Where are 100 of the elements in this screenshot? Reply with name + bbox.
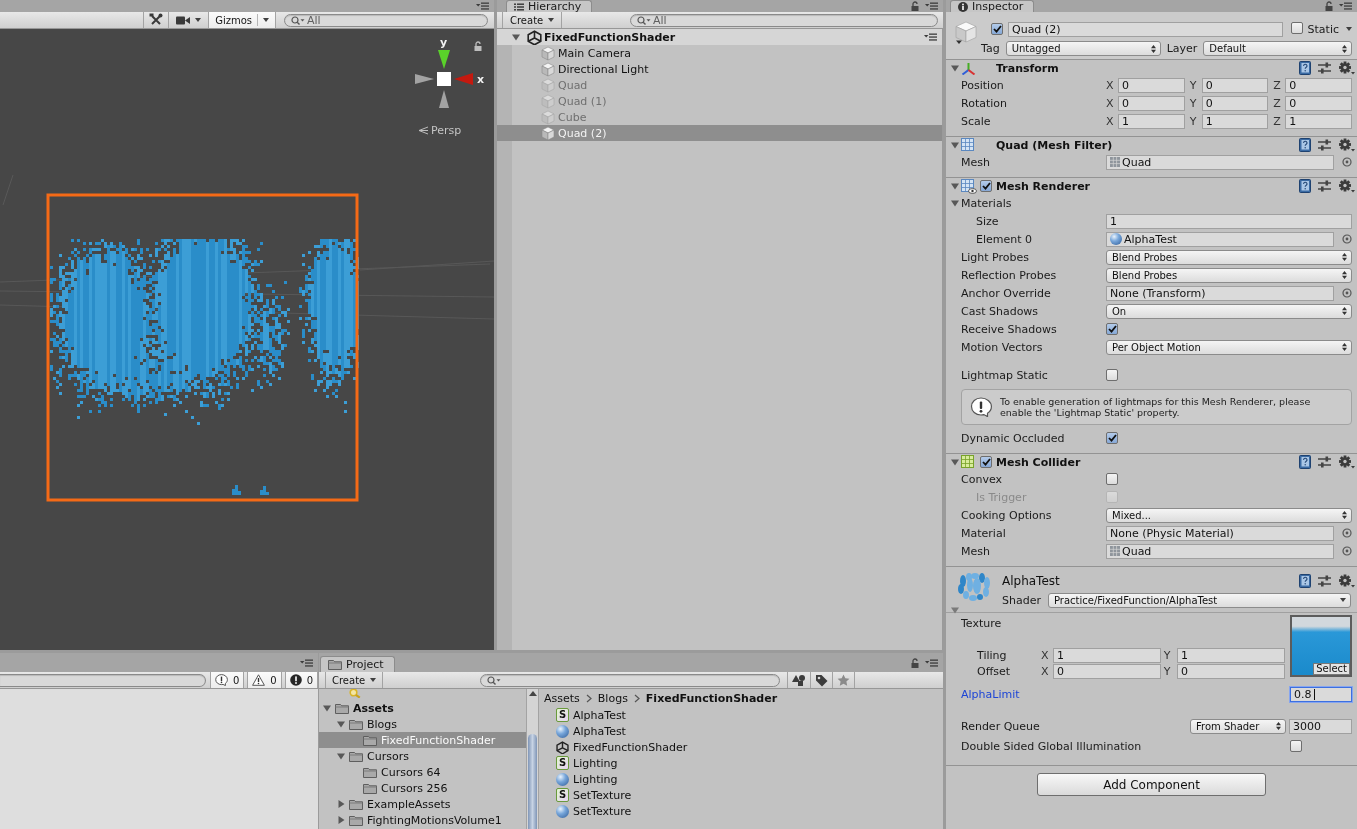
shader-dropdown[interactable]: Practice/FixedFunction/AlphaTest	[1047, 592, 1351, 608]
checkbox[interactable]	[1106, 473, 1118, 485]
gear-icon[interactable]	[1338, 179, 1355, 193]
panel-menu-icon[interactable]	[924, 33, 937, 41]
panel-menu-icon[interactable]	[1339, 2, 1352, 10]
dropdown[interactable]: Blend Probes	[1106, 249, 1352, 265]
static-checkbox[interactable]	[1290, 21, 1303, 34]
gear-icon[interactable]	[1338, 138, 1355, 152]
asset-item[interactable]: SetTexture	[539, 803, 943, 819]
scrollbar-thumb[interactable]	[528, 734, 537, 829]
number-field[interactable]: 0	[1118, 77, 1185, 93]
tree-item[interactable]: Blogs	[319, 716, 526, 732]
project-tab[interactable]: Project	[320, 656, 395, 672]
panel-menu-icon[interactable]	[476, 2, 489, 10]
number-field[interactable]: 0	[1285, 95, 1352, 111]
sliders-icon[interactable]	[1318, 456, 1331, 468]
hierarchy-tab[interactable]: Hierarchy	[506, 0, 593, 12]
asset-item[interactable]: FixedFunctionShader	[539, 739, 943, 755]
texture-thumbnail[interactable]: Select	[1290, 615, 1352, 677]
error-filter-button[interactable]: 0	[284, 672, 318, 688]
sliders-icon[interactable]	[1318, 62, 1331, 74]
number-field[interactable]: 1	[1053, 647, 1161, 663]
disclosure-triangle-icon[interactable]	[323, 704, 331, 712]
breadcrumb-link[interactable]: Assets	[544, 691, 580, 705]
number-field[interactable]: 3000	[1289, 718, 1352, 734]
object-picker-icon[interactable]	[1342, 288, 1352, 298]
select-button[interactable]: Select	[1313, 663, 1350, 675]
scroll-up-icon[interactable]	[528, 691, 537, 696]
help-book-icon[interactable]	[1299, 138, 1311, 152]
number-field[interactable]: 0	[1118, 95, 1185, 111]
dropdown[interactable]: Mixed...	[1106, 507, 1352, 523]
object-field[interactable]: Quad	[1106, 154, 1334, 170]
disclosure-triangle-icon[interactable]	[337, 720, 345, 728]
dropdown[interactable]: From Shader	[1190, 718, 1286, 734]
number-field[interactable]: 0	[1201, 77, 1269, 93]
sliders-icon[interactable]	[1318, 575, 1331, 587]
disclosure-triangle-icon[interactable]	[337, 800, 345, 808]
help-book-icon[interactable]	[1299, 61, 1311, 75]
enabled-checkbox[interactable]	[980, 456, 992, 468]
object-field[interactable]: None (Transform)	[1106, 285, 1334, 301]
active-checkbox[interactable]	[991, 23, 1003, 35]
lock-icon[interactable]	[911, 1, 919, 11]
panel-menu-icon[interactable]	[925, 658, 938, 667]
search-field[interactable]: All	[284, 13, 488, 27]
tree-item[interactable]: FightingMotionsVolume1	[319, 812, 526, 828]
name-field[interactable]: Quad (2)	[1008, 21, 1283, 37]
dropdown[interactable]: Per Object Motion	[1106, 339, 1352, 355]
number-field[interactable]: 0	[1053, 663, 1161, 679]
disclosure-triangle-icon[interactable]	[951, 141, 959, 149]
lock-icon[interactable]	[911, 657, 919, 668]
asset-item[interactable]: S AlphaTest	[539, 707, 943, 723]
dropdown[interactable]: On	[1106, 303, 1352, 319]
asset-item[interactable]: S SetTexture	[539, 787, 943, 803]
number-field[interactable]: 1	[1118, 113, 1185, 129]
disclosure-triangle-icon[interactable]	[337, 816, 345, 824]
breadcrumb-link[interactable]: Blogs	[597, 691, 628, 705]
disclosure-triangle-icon[interactable]	[951, 606, 959, 614]
number-field[interactable]: 0.8	[1290, 686, 1352, 702]
layer-dropdown[interactable]: Default	[1203, 41, 1352, 56]
asset-item[interactable]: Lighting	[539, 771, 943, 787]
axis-gizmo-icon[interactable]	[413, 48, 475, 110]
checkbox[interactable]	[1106, 369, 1118, 381]
disclosure-triangle-icon[interactable]	[951, 199, 959, 207]
disclosure-triangle-icon[interactable]	[951, 182, 959, 190]
hierarchy-item[interactable]: Main Camera	[497, 45, 942, 61]
warning-filter-button[interactable]: 0	[247, 672, 282, 688]
asset-item[interactable]: AlphaTest	[539, 723, 943, 739]
object-field[interactable]: None (Physic Material)	[1106, 525, 1334, 541]
disclosure-triangle-icon[interactable]	[951, 64, 959, 72]
gear-icon[interactable]	[1338, 455, 1355, 469]
lock-icon[interactable]	[1325, 1, 1333, 11]
dropdown[interactable]: Blend Probes	[1106, 267, 1352, 283]
gizmos-dropdown[interactable]: Gizmos	[208, 12, 276, 28]
search-field[interactable]	[0, 673, 206, 687]
object-picker-icon[interactable]	[1342, 157, 1352, 167]
checkbox[interactable]	[1290, 740, 1302, 752]
inspector-tab[interactable]: Inspector	[950, 0, 1035, 12]
object-field[interactable]: AlphaTest	[1106, 231, 1334, 247]
sliders-icon[interactable]	[1318, 139, 1331, 151]
object-field[interactable]: Quad	[1106, 543, 1334, 559]
projection-button[interactable]: Persp	[418, 124, 462, 137]
gear-icon[interactable]	[1338, 574, 1355, 588]
tree-item[interactable]: Cursors	[319, 748, 526, 764]
gear-icon[interactable]	[1338, 61, 1355, 75]
number-field[interactable]: 0	[1285, 77, 1352, 93]
number-field[interactable]: 1	[1106, 213, 1352, 229]
hierarchy-item[interactable]: Directional Light	[497, 61, 942, 77]
help-book-icon[interactable]	[1299, 179, 1311, 193]
disclosure-triangle-icon[interactable]	[512, 33, 520, 41]
number-field[interactable]: 1	[1285, 113, 1352, 129]
number-field[interactable]: 1	[1177, 647, 1285, 663]
tree-item[interactable]: Assets	[319, 700, 526, 716]
number-field[interactable]: 0	[1201, 95, 1269, 111]
lock-icon[interactable]	[474, 41, 482, 51]
panel-menu-icon[interactable]	[925, 2, 938, 10]
number-field[interactable]: 1	[1201, 113, 1269, 129]
checkbox[interactable]	[1106, 323, 1118, 335]
tag-dropdown[interactable]: Untagged	[1005, 41, 1161, 56]
panel-menu-icon[interactable]	[300, 658, 313, 667]
checkbox[interactable]	[1106, 432, 1118, 444]
